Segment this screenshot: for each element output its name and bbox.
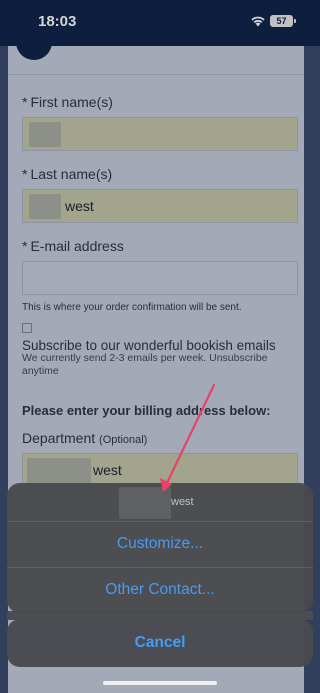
cancel-button[interactable]: Cancel [7,619,313,667]
redacted-value [29,194,61,219]
status-bar: 18:03 57 [0,0,320,46]
status-time: 18:03 [38,13,77,30]
sheet-header: west [7,483,313,521]
optional-marker: (Optional) [99,434,148,446]
first-name-label: * First name(s) [22,94,113,110]
department-label: Department (Optional) [22,430,147,446]
department-field[interactable]: west [22,453,298,487]
redacted-value [119,487,171,519]
first-name-label-text: First name(s) [30,94,113,110]
other-contact-button[interactable]: Other Contact... [7,568,313,612]
wifi-icon [251,16,265,27]
email-label: * E-mail address [22,238,124,254]
customize-button[interactable]: Customize... [7,522,313,566]
required-marker: * [22,166,28,182]
battery-icon: 57 [270,15,296,27]
sheet-header-text: west [171,496,194,508]
redacted-value [27,458,91,484]
divider [8,74,304,75]
required-marker: * [22,238,28,254]
email-label-text: E-mail address [30,238,124,254]
redacted-value [29,122,61,147]
last-name-label: * Last name(s) [22,166,112,182]
subscribe-checkbox[interactable] [22,323,32,333]
subscribe-note: We currently send 2-3 emails per week. U… [22,352,268,377]
first-name-field[interactable] [22,117,298,151]
department-value: west [93,462,122,478]
last-name-field[interactable]: west [22,189,298,223]
home-indicator [103,681,217,685]
billing-heading: Please enter your billing address below: [22,403,271,418]
email-field[interactable] [22,261,298,295]
last-name-value: west [65,198,94,214]
email-helper-text: This is where your order confirmation wi… [22,302,242,313]
subscribe-title: Subscribe to our wonderful bookish email… [22,338,276,353]
autofill-action-sheet: west Customize... Other Contact... [7,483,313,613]
department-label-text: Department [22,430,96,446]
required-marker: * [22,94,28,110]
avatar [16,46,52,60]
last-name-label-text: Last name(s) [30,166,113,182]
